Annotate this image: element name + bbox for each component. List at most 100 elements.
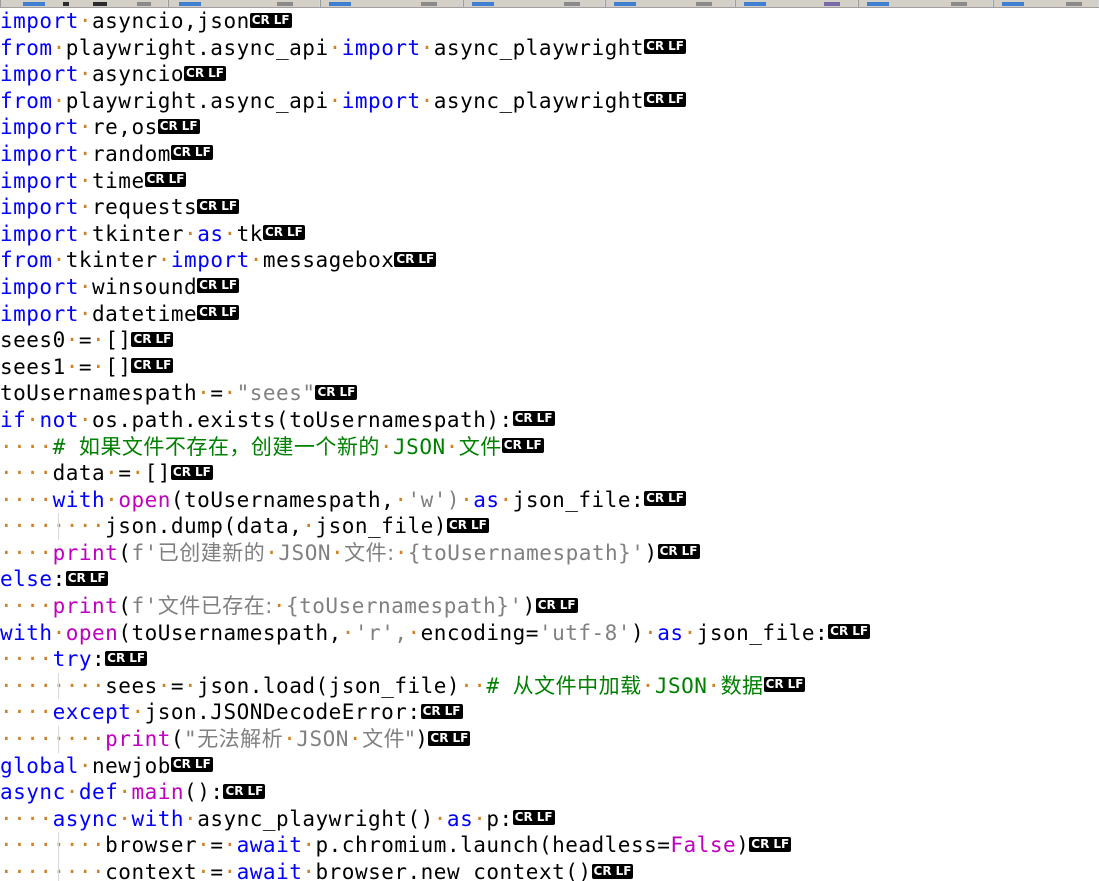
code-token-id: json_file) <box>315 514 447 539</box>
whitespace-dots: · <box>330 540 345 565</box>
toolbar-icon[interactable] <box>564 2 580 6</box>
toolbar-icon[interactable] <box>696 2 712 6</box>
code-line[interactable]: ····with·open(toUsernamespath,·'w')·as·j… <box>0 487 1099 514</box>
code-token-kw: as <box>657 620 684 645</box>
code-line[interactable]: ····print(f'已创建新的·JSON·文件:·{toUsernamesp… <box>0 540 1099 567</box>
toolbar-group[interactable] <box>320 0 463 7</box>
code-line[interactable]: import·random CR LF <box>0 141 1099 168</box>
toolbar-group[interactable] <box>463 0 605 7</box>
code-token-id: ) <box>630 620 645 645</box>
whitespace-dots: · <box>184 673 198 698</box>
code-line[interactable]: ····# 如果文件不存在，创建一个新的·JSON·文件 CR LF <box>0 434 1099 461</box>
code-line[interactable]: ········browser·=·await·p.chromium.launc… <box>0 832 1099 859</box>
whitespace-dots: · <box>78 753 93 778</box>
code-editor-surface[interactable]: import·asyncio,json CR LF from·playwright.a… <box>0 8 1099 881</box>
code-token-id: [] <box>105 354 132 379</box>
code-line[interactable]: import·requests CR LF <box>0 194 1099 221</box>
code-line[interactable]: ····try: CR LF <box>0 646 1099 673</box>
code-line[interactable]: sees1·=·[] CR LF <box>0 354 1099 381</box>
whitespace-dots: · <box>223 381 237 406</box>
toolbar-icon[interactable] <box>1002 2 1024 6</box>
toolbar-group[interactable] <box>168 0 320 7</box>
toolbar-icon[interactable] <box>137 2 151 6</box>
toolbar-icon[interactable] <box>614 2 636 6</box>
code-line[interactable]: import·asyncio CR LF <box>0 61 1099 88</box>
code-line[interactable]: ····except·json.JSONDecodeError: CR LF <box>0 699 1099 726</box>
code-line[interactable]: from·playwright.async_api·import·async_p… <box>0 35 1099 62</box>
code-lines-container[interactable]: import·asyncio,json CR LF from·playwright.a… <box>0 8 1099 881</box>
eol-crlf-marker: CR LF <box>644 92 686 108</box>
whitespace-dots: · <box>78 168 93 193</box>
toolbar-icon[interactable] <box>421 2 437 6</box>
toolbar-group[interactable] <box>858 0 993 7</box>
code-token-id: : <box>92 647 106 672</box>
toolbar-icon[interactable] <box>93 2 107 6</box>
toolbar-icon[interactable] <box>277 2 293 6</box>
code-token-kw: import <box>0 195 79 220</box>
code-line[interactable]: ····async·with·async_playwright()·as·p: C… <box>0 806 1099 833</box>
code-line[interactable]: ········context·=·await·browser.new_cont… <box>0 859 1099 881</box>
whitespace-dots: · <box>223 860 237 881</box>
code-line[interactable]: toUsernamespath·=·"sees" CR LF <box>0 380 1099 407</box>
toolbar-group[interactable] <box>993 0 1099 7</box>
toolbar[interactable] <box>0 0 1099 8</box>
code-token-id: = <box>78 328 93 353</box>
code-line[interactable]: sees0·=·[] CR LF <box>0 327 1099 354</box>
toolbar-group[interactable] <box>0 0 168 7</box>
code-line[interactable]: from·playwright.async_api·import·async_p… <box>0 88 1099 115</box>
code-token-str: f' <box>131 594 158 619</box>
code-line[interactable]: import·time CR LF <box>0 168 1099 195</box>
whitespace-dots: · <box>118 806 132 831</box>
code-line[interactable]: import·asyncio,json CR LF <box>0 8 1099 35</box>
code-token-id: async_playwright <box>433 35 645 60</box>
code-token-bif: print <box>52 594 119 619</box>
code-token-kw: import <box>0 9 79 33</box>
code-line[interactable]: ········json.dump(data,·json_file) CR LF <box>0 513 1099 540</box>
code-token-com: 从文件中加载 <box>512 673 642 698</box>
code-token-id: sees1 <box>0 354 66 379</box>
code-line[interactable]: async·def·main(): CR LF <box>0 779 1099 806</box>
toolbar-icon[interactable] <box>951 2 967 6</box>
code-line[interactable]: if·not·os.path.exists(toUsernamespath): C… <box>0 407 1099 434</box>
toolbar-icon[interactable] <box>23 2 45 6</box>
code-token-kw: import <box>0 274 79 299</box>
code-line[interactable]: else: CR LF <box>0 566 1099 593</box>
whitespace-dots: · <box>52 620 66 645</box>
code-line[interactable]: import·tkinter·as·tk CR LF <box>0 221 1099 248</box>
whitespace-dots: · <box>65 354 79 379</box>
toolbar-icon[interactable] <box>744 2 766 6</box>
code-line[interactable]: ········print("无法解析·JSON·文件") CR LF <box>0 726 1099 753</box>
code-token-id: re,os <box>92 115 158 140</box>
code-line[interactable]: ····print(f'文件已存在:·{toUsernamespath}') CR… <box>0 593 1099 620</box>
whitespace-dots: · <box>52 35 66 60</box>
code-line[interactable]: with·open(toUsernamespath,·'r',·encoding… <box>0 620 1099 647</box>
toolbar-icon[interactable] <box>179 2 201 6</box>
whitespace-dots: · <box>184 221 198 246</box>
code-token-id: playwright.async_api <box>65 35 329 60</box>
whitespace-dots: · <box>105 487 119 512</box>
code-line[interactable]: from·tkinter·import·messagebox CR LF <box>0 247 1099 274</box>
toolbar-icon[interactable] <box>329 2 351 6</box>
code-line[interactable]: import·re,os CR LF <box>0 114 1099 141</box>
code-token-str: {toUsernamespath}' <box>285 594 523 619</box>
toolbar-icon[interactable] <box>63 2 69 6</box>
toolbar-icon[interactable] <box>472 2 494 6</box>
code-line[interactable]: ····data·=·[] CR LF <box>0 460 1099 487</box>
code-line[interactable]: import·winsound CR LF <box>0 274 1099 301</box>
whitespace-dots: ···· <box>0 594 53 619</box>
whitespace-dots: · <box>52 248 66 273</box>
code-token-id: ( <box>170 727 185 752</box>
toolbar-icon[interactable] <box>1066 2 1082 6</box>
toolbar-icon[interactable] <box>824 2 840 6</box>
whitespace-dots: ···· <box>0 487 53 512</box>
code-line[interactable]: import·datetime CR LF <box>0 301 1099 328</box>
indent-guide <box>58 726 60 753</box>
toolbar-group[interactable] <box>735 0 858 7</box>
whitespace-dots: ········ <box>0 860 106 881</box>
toolbar-icon[interactable] <box>867 2 889 6</box>
toolbar-group[interactable] <box>605 0 735 7</box>
code-line[interactable]: ········sees·=·json.load(json_file)··# 从… <box>0 672 1099 700</box>
code-token-kw: with <box>131 806 185 831</box>
code-line[interactable]: global·newjob CR LF <box>0 753 1099 780</box>
code-token-id: requests <box>92 195 198 220</box>
